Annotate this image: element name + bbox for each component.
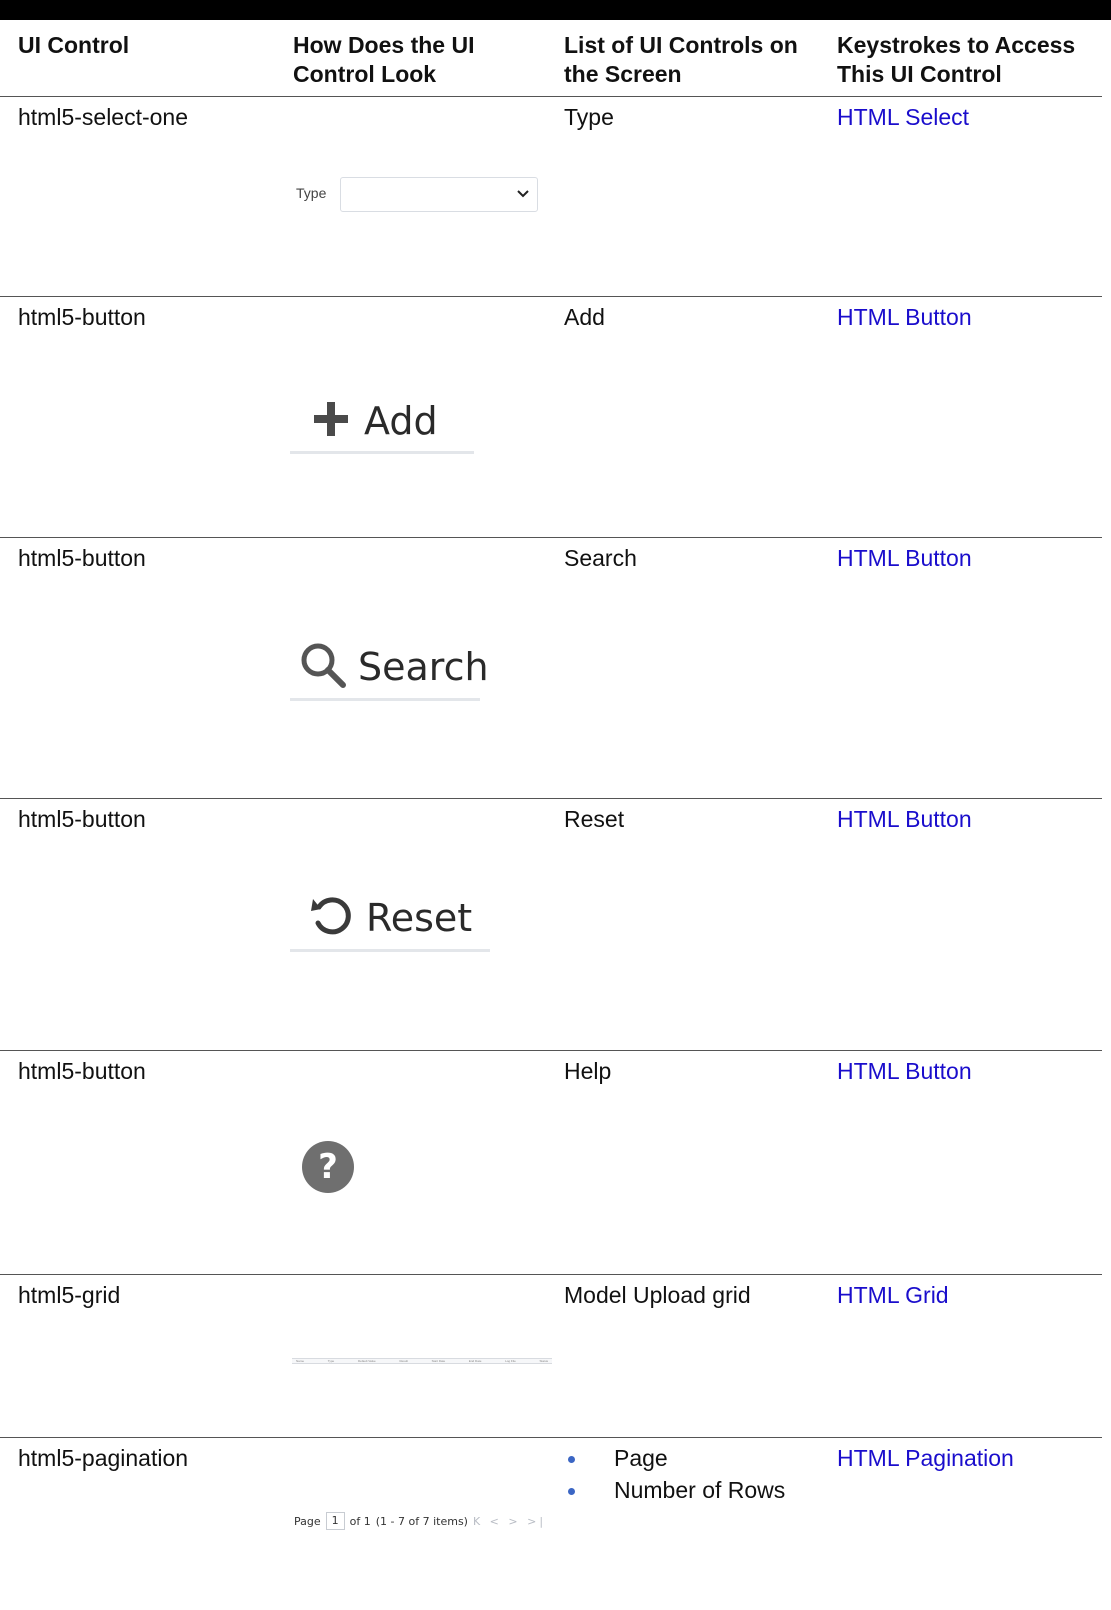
button-underline bbox=[290, 698, 480, 701]
row-screen-item: Model Upload grid bbox=[564, 1282, 751, 1308]
header-look-line1: How Does the UI bbox=[293, 32, 475, 58]
search-icon bbox=[298, 640, 348, 694]
grid-column-header: Default Value bbox=[357, 1359, 376, 1363]
grid-column-header: Name bbox=[296, 1359, 305, 1363]
page-range-text: (1 - 7 of 7 items) bbox=[375, 1514, 468, 1528]
row-control-name: html5-button bbox=[18, 304, 146, 330]
row-control-name: html5-button bbox=[18, 1058, 146, 1084]
button-underline bbox=[290, 451, 474, 454]
row-divider bbox=[0, 1437, 1102, 1438]
row-control-name: html5-pagination bbox=[18, 1445, 189, 1471]
reset-button-preview[interactable]: Reset bbox=[290, 894, 490, 952]
row-divider bbox=[0, 1274, 1102, 1275]
page-nav-arrows[interactable]: K < > >| bbox=[473, 1515, 546, 1528]
grid-column-header: Log File bbox=[505, 1359, 516, 1363]
header-look-line2: Control Look bbox=[293, 61, 437, 87]
header-divider bbox=[0, 96, 1102, 97]
help-icon[interactable]: ? bbox=[302, 1141, 354, 1193]
row-keystroke-link[interactable]: HTML Button bbox=[837, 805, 972, 834]
search-label: Search bbox=[358, 645, 489, 689]
reset-label: Reset bbox=[366, 896, 473, 940]
row-keystroke-link[interactable]: HTML Button bbox=[837, 303, 972, 332]
row-screen-item: Reset bbox=[564, 806, 625, 832]
row-screen-item: Type bbox=[564, 104, 614, 130]
grid-column-header: Status bbox=[539, 1359, 548, 1363]
row-keystroke-link[interactable]: HTML Select bbox=[837, 103, 969, 132]
grid-column-header: Type bbox=[327, 1359, 335, 1363]
header-keystrokes-line2: This UI Control bbox=[837, 61, 1002, 87]
search-button-preview[interactable]: Search bbox=[290, 640, 489, 701]
row-control-name: html5-grid bbox=[18, 1282, 121, 1308]
row-divider bbox=[0, 1050, 1102, 1051]
row-screen-item: Page bbox=[614, 1445, 668, 1471]
page-label: Page bbox=[294, 1514, 321, 1528]
grid-column-header: End Date bbox=[468, 1359, 482, 1363]
grid-column-header: Start Date bbox=[431, 1359, 446, 1363]
pagination-preview: Page 1 of 1 (1 - 7 of 7 items) K < > >| bbox=[294, 1512, 546, 1530]
row-divider bbox=[0, 296, 1102, 297]
header-list-line1: List of UI Controls on bbox=[564, 32, 798, 58]
add-label: Add bbox=[364, 399, 438, 443]
header-keystrokes-line1: Keystrokes to Access bbox=[837, 32, 1076, 58]
plus-icon bbox=[312, 400, 350, 442]
row-screen-item: Help bbox=[564, 1058, 612, 1084]
row-keystroke-link[interactable]: HTML Grid bbox=[837, 1281, 949, 1310]
row-divider bbox=[0, 798, 1102, 799]
model-upload-grid-preview[interactable]: Name Type Default Value Result Start Dat… bbox=[292, 1358, 552, 1364]
add-button-preview[interactable]: Add bbox=[290, 398, 474, 454]
chevron-down-icon bbox=[517, 190, 529, 198]
button-underline bbox=[290, 949, 490, 952]
row-keystroke-link[interactable]: HTML Button bbox=[837, 544, 972, 573]
bullet bbox=[568, 1456, 575, 1463]
row-control-name: html5-button bbox=[18, 806, 146, 832]
row-screen-item: Number of Rows bbox=[614, 1477, 786, 1503]
header-list-line2: the Screen bbox=[564, 61, 682, 87]
page-number-input[interactable]: 1 bbox=[325, 1512, 345, 1530]
type-select[interactable] bbox=[340, 177, 538, 212]
row-control-name: html5-select-one bbox=[18, 104, 189, 130]
select-label: Type bbox=[296, 185, 327, 201]
reset-icon bbox=[310, 895, 352, 941]
row-keystroke-link[interactable]: HTML Button bbox=[837, 1057, 972, 1086]
bullet bbox=[568, 1488, 575, 1495]
top-bar bbox=[0, 0, 1111, 20]
row-screen-item: Search bbox=[564, 545, 637, 571]
grid-column-header: Result bbox=[399, 1359, 408, 1363]
row-control-name: html5-button bbox=[18, 545, 146, 571]
page-of-text: of 1 bbox=[349, 1514, 371, 1528]
header-ui-control: UI Control bbox=[18, 32, 130, 58]
row-keystroke-link[interactable]: HTML Pagination bbox=[837, 1444, 1014, 1473]
row-screen-item: Add bbox=[564, 304, 605, 330]
row-divider bbox=[0, 537, 1102, 538]
